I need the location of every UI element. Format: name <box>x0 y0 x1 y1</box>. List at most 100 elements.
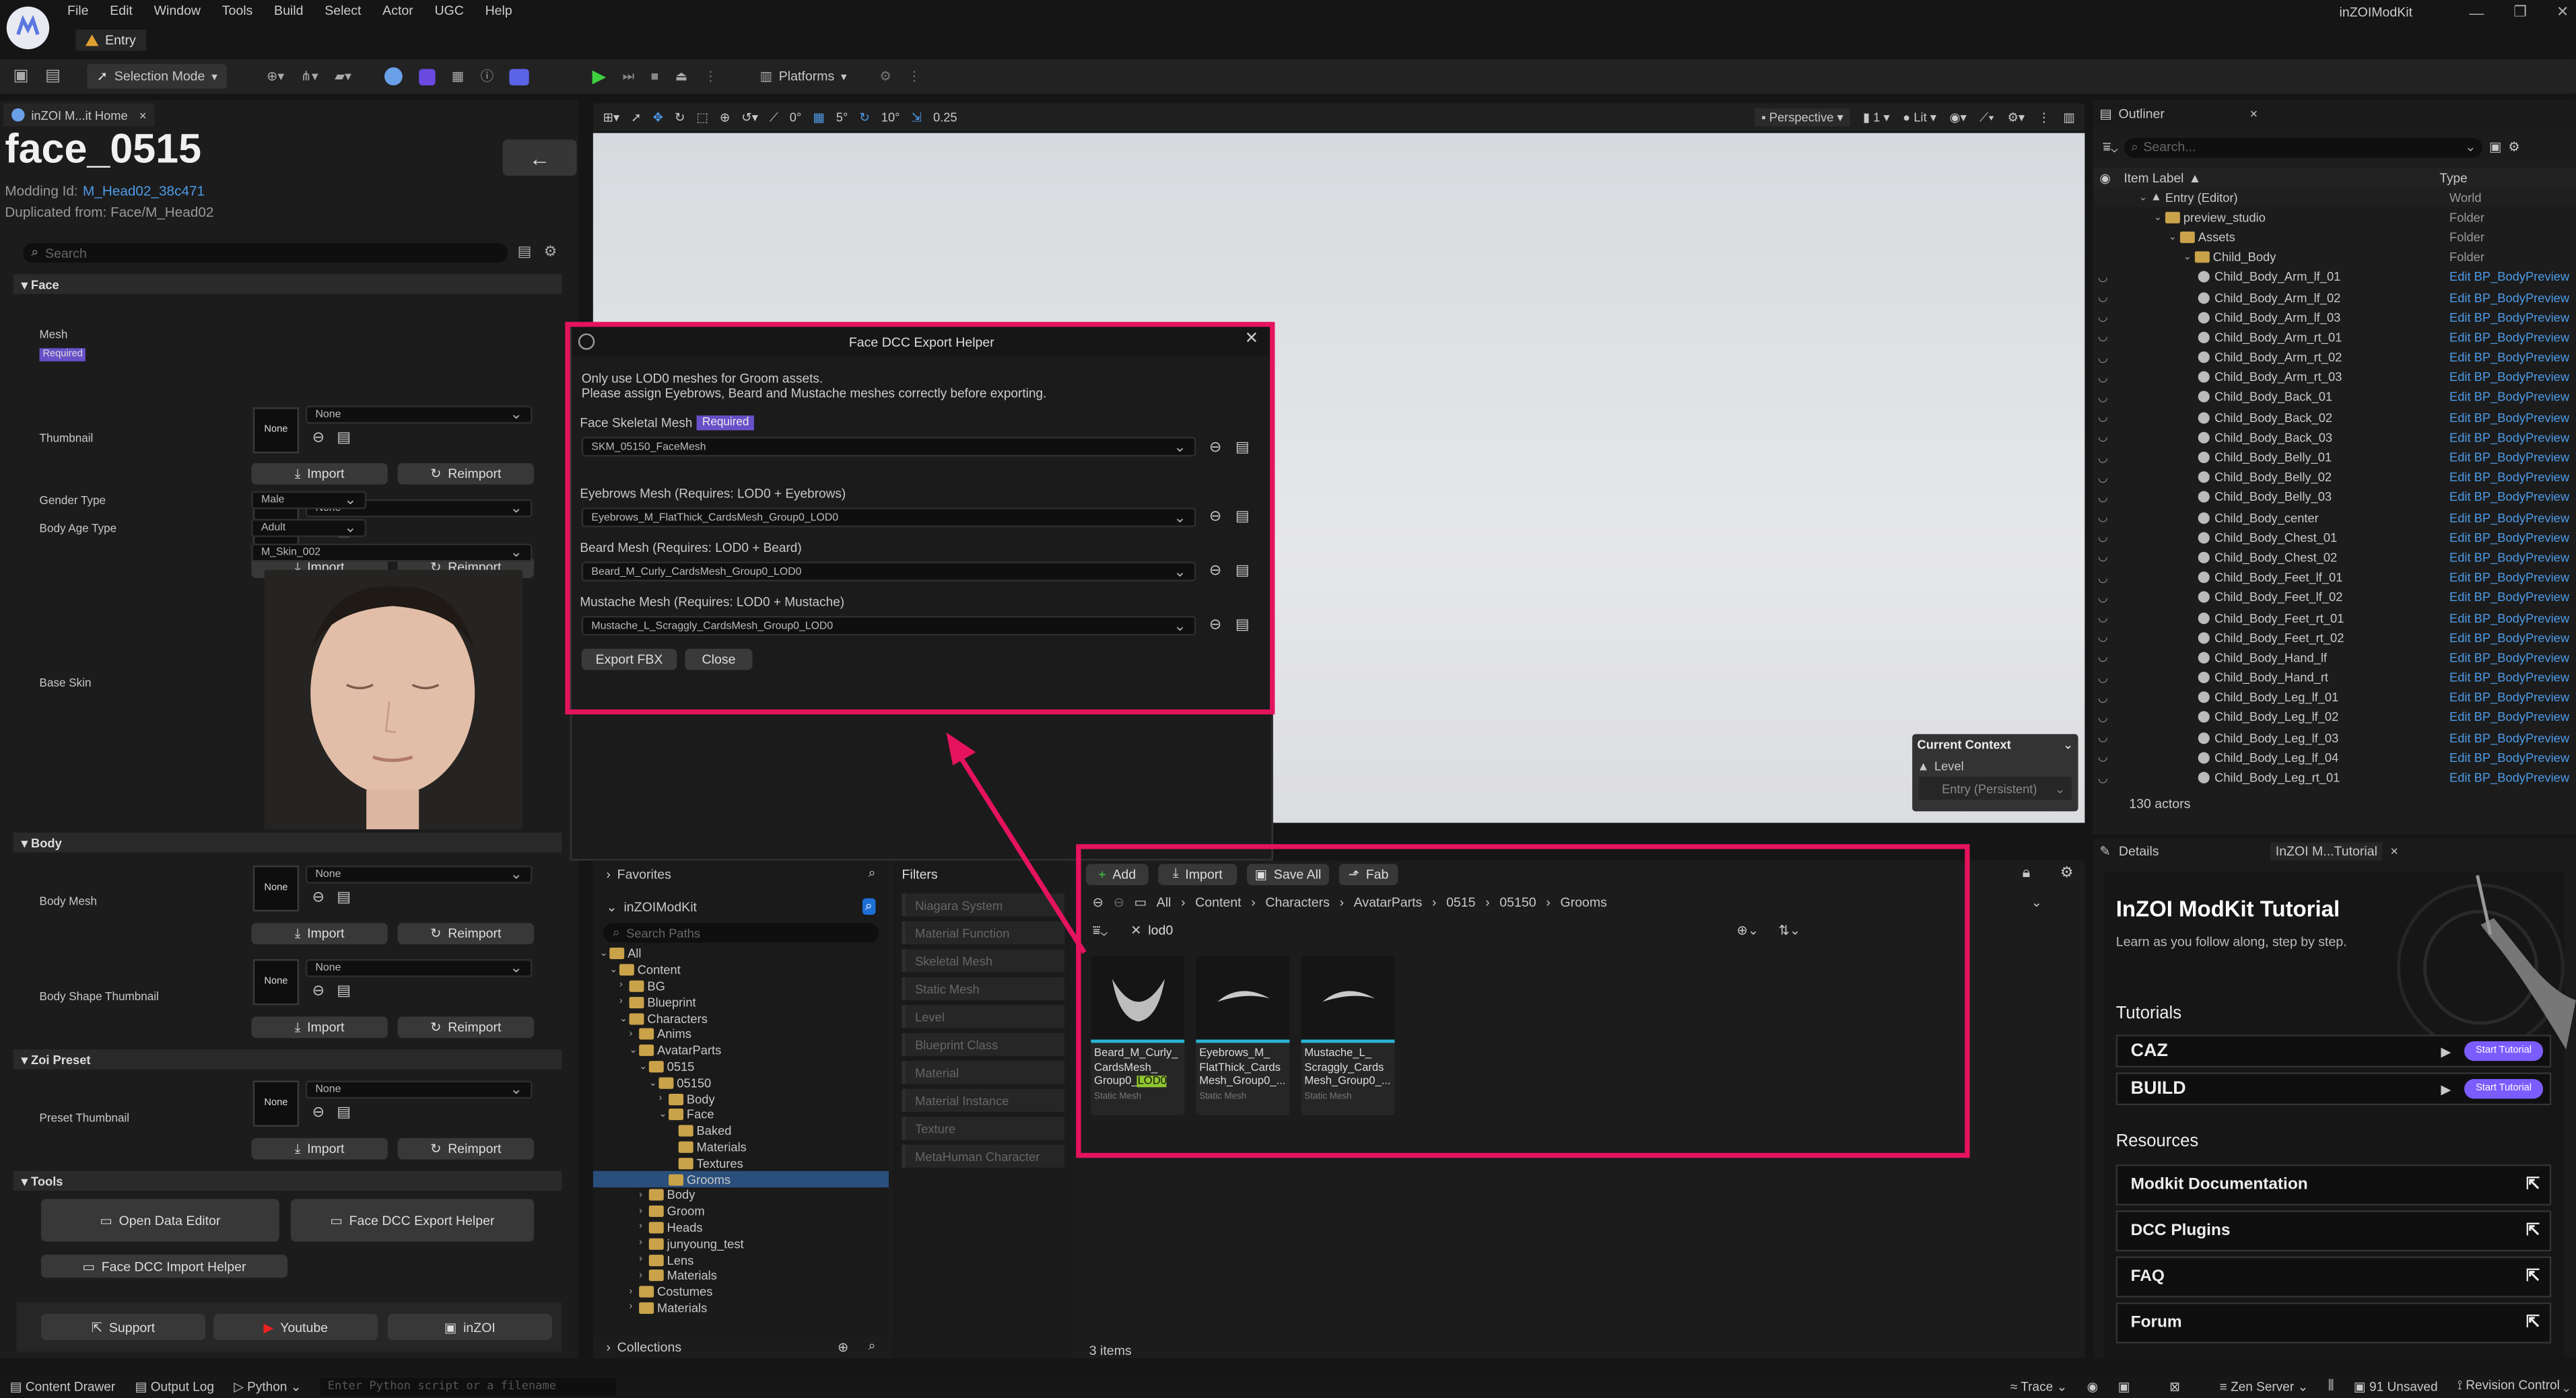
folder-tree-item[interactable]: Grooms <box>592 1171 889 1188</box>
mesh-dropdown[interactable]: None <box>305 405 533 424</box>
folder-tree-item[interactable]: › Body <box>593 1091 889 1107</box>
folder-tree-item[interactable]: › Costumes <box>593 1284 889 1300</box>
grid-snap-icon[interactable]: ▦ <box>813 110 824 125</box>
actor-type[interactable]: Edit BP_BodyPreview <box>2449 350 2569 365</box>
outliner-row[interactable]: ◡ Child_Body_Hand_lf Edit BP_BodyPreview <box>2093 648 2576 668</box>
actor-type[interactable]: Edit BP_BodyPreview <box>2449 690 2569 705</box>
start-tutorial-button[interactable]: Start Tutorial <box>2464 1079 2544 1099</box>
folder-tree-item[interactable]: › Lens <box>593 1252 889 1268</box>
inzoi-button[interactable]: ▣ inZOI <box>387 1314 552 1341</box>
expand-arrow-icon[interactable]: › <box>639 1238 649 1249</box>
cinematics-icon[interactable]: ▰▾ <box>335 69 351 83</box>
outliner-row[interactable]: ⌄ Assets Folder <box>2093 228 2576 248</box>
expand-arrow-icon[interactable]: › <box>630 1303 640 1313</box>
visibility-eye-icon[interactable]: ◡ <box>2098 291 2108 304</box>
col-item-label[interactable]: Item Label <box>2124 170 2183 185</box>
folder-tree-item[interactable]: › Materials <box>593 1300 889 1315</box>
outliner-row[interactable]: ◡ Child_Body_Belly_03 Edit BP_BodyPreview <box>2093 487 2576 508</box>
expand-arrow-icon[interactable]: › <box>619 981 630 991</box>
visibility-eye-icon[interactable]: ◡ <box>2098 471 2108 484</box>
visibility-eye-icon[interactable]: ◡ <box>2098 611 2108 624</box>
base-skin-preview[interactable] <box>264 569 522 830</box>
visibility-eye-icon[interactable]: ◡ <box>2098 330 2108 344</box>
expand-arrow-icon[interactable]: ⌄ <box>649 1077 659 1089</box>
preset-reimport-button[interactable]: ↻ Reimport <box>397 1138 534 1160</box>
tab-entry[interactable]: Entry <box>75 29 146 51</box>
folder-tree-item[interactable]: ⌄ All <box>593 946 889 962</box>
visibility-eye-icon[interactable]: ◡ <box>2098 391 2108 404</box>
camera-dropdown[interactable]: ▮ 1 ▾ <box>1863 110 1890 125</box>
close-window-button[interactable]: ✕ <box>2556 3 2569 22</box>
menu-item-actor[interactable]: Actor <box>382 3 413 18</box>
mesh-reimport-button[interactable]: ↻ Reimport <box>397 463 534 485</box>
minimize-button[interactable]: — <box>2469 4 2484 20</box>
purple-tool-icon[interactable] <box>418 68 436 85</box>
folder-tree-item[interactable]: ⌄ AvatarParts <box>593 1043 889 1059</box>
outliner-row[interactable]: ◡ Child_Body_Leg_rt_01 Edit BP_BodyPreview <box>2093 768 2576 788</box>
surface-snap-icon[interactable]: ↺▾ <box>741 110 758 125</box>
gear-icon[interactable]: ⚙▾ <box>2007 110 2025 125</box>
stop-button[interactable]: ■ <box>651 69 659 83</box>
resource-link[interactable]: DCC Plugins ⇱ <box>2115 1210 2552 1252</box>
expand-arrow-icon[interactable]: ⌄ <box>600 948 610 960</box>
maximize-button[interactable]: ❐ <box>2513 3 2527 22</box>
output-log-button[interactable]: ▤ Output Log <box>135 1378 213 1393</box>
outliner-row[interactable]: ◡ Child_Body_Arm_rt_02 Edit BP_BodyPreview <box>2093 347 2576 368</box>
visibility-eye-icon[interactable]: ◡ <box>2098 451 2108 464</box>
outliner-row[interactable]: ◡ Child_Body_Feet_lf_01 Edit BP_BodyPrevie… <box>2093 567 2576 588</box>
outliner-row[interactable]: ◡ Child_Body_Back_03 Edit BP_BodyPreview <box>2093 427 2576 448</box>
folder-tree-item[interactable]: › Body <box>593 1187 889 1203</box>
browse-icon[interactable]: ▤ <box>45 67 61 85</box>
actor-type[interactable]: Edit BP_BodyPreview <box>2449 650 2569 665</box>
actor-type[interactable]: Edit BP_BodyPreview <box>2449 730 2569 745</box>
folder-tree-item[interactable]: Materials <box>593 1139 889 1155</box>
visibility-eye-icon[interactable]: ◡ <box>2098 551 2108 564</box>
browse-icon[interactable]: ▤ <box>337 888 351 907</box>
body-shape-thumbnail[interactable]: None <box>252 958 300 1006</box>
actor-type[interactable]: Edit BP_BodyPreview <box>2449 370 2569 385</box>
expand-arrow-icon[interactable]: › <box>639 1255 649 1265</box>
filter-icon[interactable]: ⩸⌄ <box>2103 139 2117 155</box>
close-tab-icon[interactable]: × <box>2390 844 2398 859</box>
snap-icon[interactable]: ⟋ <box>770 109 778 125</box>
scale-tool-icon[interactable]: ⬚ <box>696 110 708 125</box>
mesh-import-button[interactable]: ⤓ Import <box>251 463 388 485</box>
rotate-tool-icon[interactable]: ↻ <box>675 110 685 125</box>
filter-item[interactable]: Static Mesh <box>902 977 1065 1000</box>
settings-icon[interactable]: ⚙ <box>879 69 891 83</box>
console-input[interactable]: Enter Python script or a filename <box>320 1376 617 1395</box>
search-icon[interactable]: ⌕ <box>869 1339 876 1355</box>
menu-item-select[interactable]: Select <box>325 3 361 18</box>
selection-mode-dropdown[interactable]: ➚ Selection Mode ▾ <box>87 64 228 89</box>
menu-item-window[interactable]: Window <box>154 3 201 18</box>
camera-icon[interactable]: ▣ <box>2118 1378 2130 1393</box>
resource-link[interactable]: Forum ⇱ <box>2115 1302 2552 1343</box>
settings-icon[interactable]: ⚙ <box>2508 139 2519 154</box>
visibility-eye-icon[interactable]: ◡ <box>2098 671 2108 684</box>
search-paths-input[interactable]: ⌕ Search Paths <box>603 923 879 943</box>
step-button[interactable]: ⏭ <box>623 68 635 84</box>
body-shape-dropdown[interactable]: None <box>305 958 533 977</box>
outliner-row[interactable]: ⌄ Child_Body Folder <box>2093 247 2576 267</box>
visibility-eye-icon[interactable]: ◡ <box>2098 491 2108 504</box>
move-tool-icon[interactable]: ✥ <box>653 110 663 125</box>
youtube-button[interactable]: ▶ Youtube <box>213 1314 378 1341</box>
actor-type[interactable]: Edit BP_BodyPreview <box>2449 570 2569 585</box>
menu-item-tools[interactable]: Tools <box>222 3 253 18</box>
add-actor-icon[interactable]: ⊕▾ <box>267 69 284 83</box>
filter-item[interactable]: Blueprint Class <box>902 1033 1065 1056</box>
actor-type[interactable]: Edit BP_BodyPreview <box>2449 670 2569 685</box>
support-button[interactable]: ⇱ Support <box>41 1314 205 1341</box>
layout-icon[interactable]: ▥ <box>2063 110 2074 125</box>
source-icon[interactable]: ⫼ <box>2328 1378 2334 1394</box>
performance-icon[interactable]: ⟋▾ <box>1979 109 1994 125</box>
back-button[interactable]: ← <box>502 139 577 176</box>
outliner-row[interactable]: ◡ Child_Body_Feet_rt_02 Edit BP_BodyPrevie… <box>2093 627 2576 648</box>
visibility-eye-icon[interactable]: ◡ <box>2098 691 2108 704</box>
resource-link[interactable]: Modkit Documentation ⇱ <box>2115 1164 2552 1205</box>
content-drawer-button[interactable]: ▤ Content Drawer <box>10 1378 116 1393</box>
use-selected-icon[interactable]: ⊖ <box>312 888 325 907</box>
visibility-eye-icon[interactable]: ◡ <box>2098 411 2108 424</box>
folder-tree-item[interactable]: ⌄ 0515 <box>593 1059 889 1075</box>
visibility-eye-icon[interactable]: ◡ <box>2098 591 2108 604</box>
